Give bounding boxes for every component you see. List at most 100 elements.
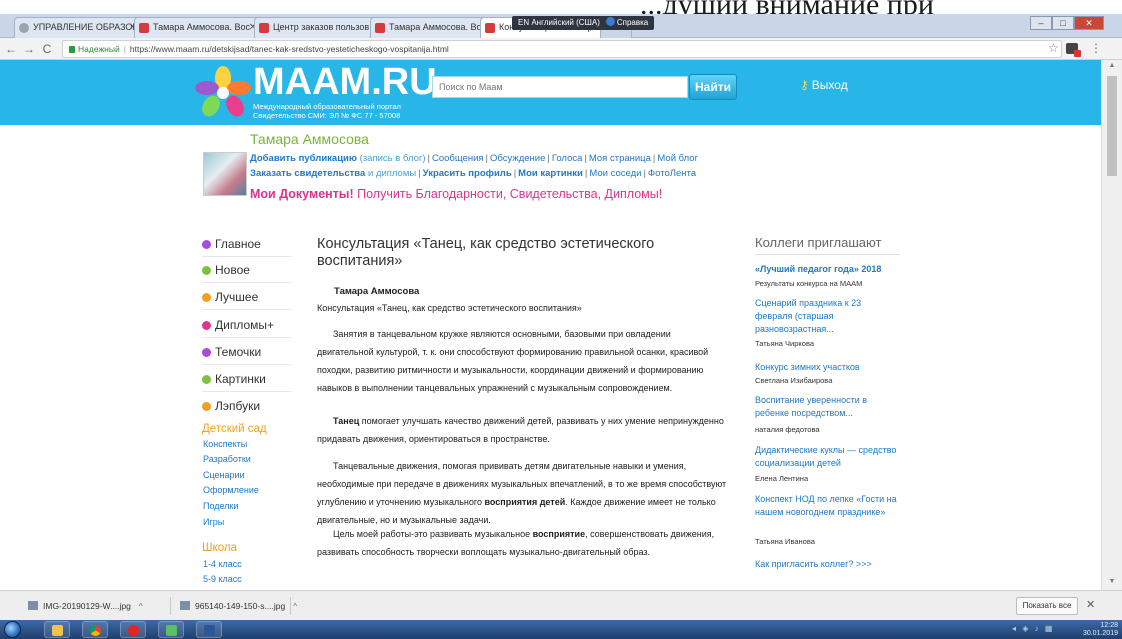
- system-tray[interactable]: ◂ ◈ ♪ ▦ 12:28 30.01.2019: [1000, 622, 1122, 637]
- invite-link[interactable]: Конспект НОД по лепке «Гости на нашем но…: [755, 493, 900, 519]
- download-filename: 965140-149-150-s....jpg: [195, 601, 286, 611]
- media-app-icon[interactable]: [158, 621, 184, 638]
- kg-link-crafts[interactable]: Поделки: [203, 500, 238, 512]
- my-documents-banner[interactable]: Мои Документы! Получить Благодарности, С…: [250, 186, 662, 202]
- maam-flower-logo-icon[interactable]: [195, 66, 251, 118]
- messages-link[interactable]: Сообщения: [432, 153, 484, 164]
- minimize-button[interactable]: –: [1030, 16, 1052, 30]
- order-certificates-link[interactable]: Заказать свидетельства: [250, 168, 365, 179]
- diplomas-link[interactable]: и дипломы: [368, 168, 416, 179]
- yandex-icon[interactable]: [120, 621, 146, 638]
- logo-subtitle-line-2: Свидетельство СМИ: ЭЛ № ФС 77 - 57008: [253, 111, 401, 120]
- image-file-icon: [180, 601, 190, 610]
- nav-item-best[interactable]: Лучшее: [202, 287, 302, 307]
- lock-icon: [69, 46, 75, 53]
- page-scrollbar[interactable]: ▲ ▼: [1101, 60, 1122, 590]
- kindergarten-section-title[interactable]: Детский сад: [202, 422, 267, 436]
- maximize-button[interactable]: □: [1052, 16, 1074, 30]
- kg-link-notes[interactable]: Конспекты: [203, 438, 247, 450]
- download-item[interactable]: 965140-149-150-s....jpg ^: [180, 597, 297, 615]
- colleagues-invite-heading: Коллеги приглашают: [755, 235, 900, 255]
- my-blog-link[interactable]: Мой блог: [657, 153, 698, 164]
- scroll-down-arrow-icon[interactable]: ▼: [1102, 578, 1122, 585]
- user-name[interactable]: Тамара Аммосова: [250, 131, 369, 147]
- invite-link[interactable]: Воспитание уверенности в ребенке посредс…: [755, 394, 880, 420]
- browser-tab-1[interactable]: Тамара Аммосова. Вос ✕: [134, 17, 262, 38]
- word-icon[interactable]: [196, 621, 222, 638]
- article-paragraph: Танцевальные движения, помогая прививать…: [317, 457, 727, 529]
- my-neighbors-link[interactable]: Мои соседи: [589, 168, 641, 179]
- nav-dot-icon: [202, 240, 211, 249]
- kg-link-developments[interactable]: Разработки: [203, 453, 251, 465]
- extension-icon[interactable]: [1066, 43, 1081, 57]
- close-window-button[interactable]: ✕: [1074, 16, 1104, 30]
- nav-item-diplomas[interactable]: Дипломы+: [202, 315, 302, 335]
- nav-item-topics[interactable]: Темочки: [202, 342, 302, 362]
- photo-feed-link[interactable]: ФотоЛента: [648, 168, 696, 179]
- my-documents-text: Получить Благодарности, Свидетельства, Д…: [357, 187, 663, 201]
- bookmark-star-icon[interactable]: ☆: [1048, 41, 1059, 55]
- invite-link[interactable]: «Лучший педагог года» 2018: [755, 263, 905, 276]
- browser-tab-2[interactable]: Центр заказов пользов ✕: [254, 17, 382, 38]
- kg-link-decoration[interactable]: Оформление: [203, 484, 259, 496]
- chevron-up-icon[interactable]: ^: [293, 602, 297, 611]
- back-arrow-icon[interactable]: ←: [4, 41, 18, 57]
- forward-arrow-icon[interactable]: →: [22, 41, 36, 57]
- decorate-profile-link[interactable]: Украсить профиль: [423, 168, 512, 179]
- user-avatar[interactable]: [203, 152, 247, 196]
- maam-favicon-icon: [375, 23, 385, 33]
- scrollbar-thumb[interactable]: [1107, 76, 1117, 176]
- logout-link[interactable]: ⚷ Выход: [800, 76, 848, 94]
- invite-author: Елена Лентина: [755, 474, 809, 483]
- invite-link[interactable]: Сценарий праздника к 23 февраля (старшая…: [755, 297, 885, 336]
- nav-item-new[interactable]: Новое: [202, 260, 302, 280]
- invite-link[interactable]: Конкурс зимних участков: [755, 361, 905, 374]
- maam-favicon-icon: [139, 23, 149, 33]
- invite-author: Результаты конкурса на МААМ: [755, 279, 863, 288]
- site-logo[interactable]: MAAM.RU: [253, 62, 437, 102]
- kg-link-games[interactable]: Игры: [203, 516, 224, 528]
- article-paragraph: Цель моей работы-это развивать музыкальн…: [317, 525, 727, 561]
- votes-link[interactable]: Голоса: [552, 153, 583, 164]
- language-indicator[interactable]: EN Английский (США) Справка: [512, 16, 655, 30]
- discussion-link[interactable]: Обсуждение: [490, 153, 545, 164]
- bold-term: Танец: [333, 416, 360, 426]
- nav-divider: [202, 364, 292, 365]
- close-downloads-icon[interactable]: ✕: [1086, 598, 1095, 611]
- browser-tab-0[interactable]: УПРАВЛЕНИЕ ОБРАЗОВ ✕: [14, 17, 142, 38]
- download-item[interactable]: IMG-20190129-W....jpg ^: [28, 597, 143, 615]
- search-button[interactable]: Найти: [689, 74, 737, 100]
- add-publication-link[interactable]: Добавить публикацию: [250, 153, 357, 164]
- nav-item-main[interactable]: Главное: [202, 234, 302, 254]
- chrome-icon[interactable]: [82, 621, 108, 638]
- tray-icons[interactable]: ◂ ◈ ♪ ▦: [1012, 625, 1054, 633]
- start-button[interactable]: [4, 621, 21, 638]
- my-pictures-link[interactable]: Мои картинки: [518, 168, 583, 179]
- school-link-5-9[interactable]: 5-9 класс: [203, 573, 242, 585]
- invite-link[interactable]: Дидактические куклы — средство социализа…: [755, 444, 900, 470]
- scroll-up-arrow-icon[interactable]: ▲: [1102, 62, 1122, 69]
- chevron-up-icon[interactable]: ^: [139, 602, 143, 611]
- browser-menu-icon[interactable]: ⋮: [1090, 41, 1102, 55]
- reload-icon[interactable]: C: [40, 41, 54, 57]
- globe-icon: [19, 23, 29, 33]
- show-all-downloads-button[interactable]: Показать все: [1016, 597, 1078, 615]
- nav-divider: [202, 282, 292, 283]
- nav-label: Главное: [215, 237, 261, 251]
- school-section-title[interactable]: Школа: [202, 541, 237, 555]
- url-field[interactable]: Надежный | https://www.maam.ru/detskijsad/…: [62, 40, 1062, 58]
- article-paragraph: Танец помогает улучшать качество движени…: [317, 412, 727, 448]
- my-page-link[interactable]: Моя страница: [589, 153, 651, 164]
- nav-item-lapbooks[interactable]: Лэпбуки: [202, 396, 302, 416]
- kg-link-scenarios[interactable]: Сценарии: [203, 469, 245, 481]
- article-subtitle: Консультация «Танец, как средство эстети…: [317, 303, 582, 313]
- how-to-invite-link[interactable]: Как пригласить коллег? >>>: [755, 558, 905, 571]
- nav-item-pictures[interactable]: Картинки: [202, 369, 302, 389]
- nav-dot-icon: [202, 348, 211, 357]
- browser-tab-3[interactable]: Тамара Аммосова. Вос ✕: [370, 17, 492, 38]
- tab-label: Тамара Аммосова. Вос: [153, 22, 250, 32]
- article-author[interactable]: Тамара Аммосова: [334, 286, 419, 297]
- site-search-input[interactable]: [432, 76, 688, 98]
- explorer-folder-icon[interactable]: [44, 621, 70, 638]
- school-link-1-4[interactable]: 1-4 класс: [203, 558, 242, 570]
